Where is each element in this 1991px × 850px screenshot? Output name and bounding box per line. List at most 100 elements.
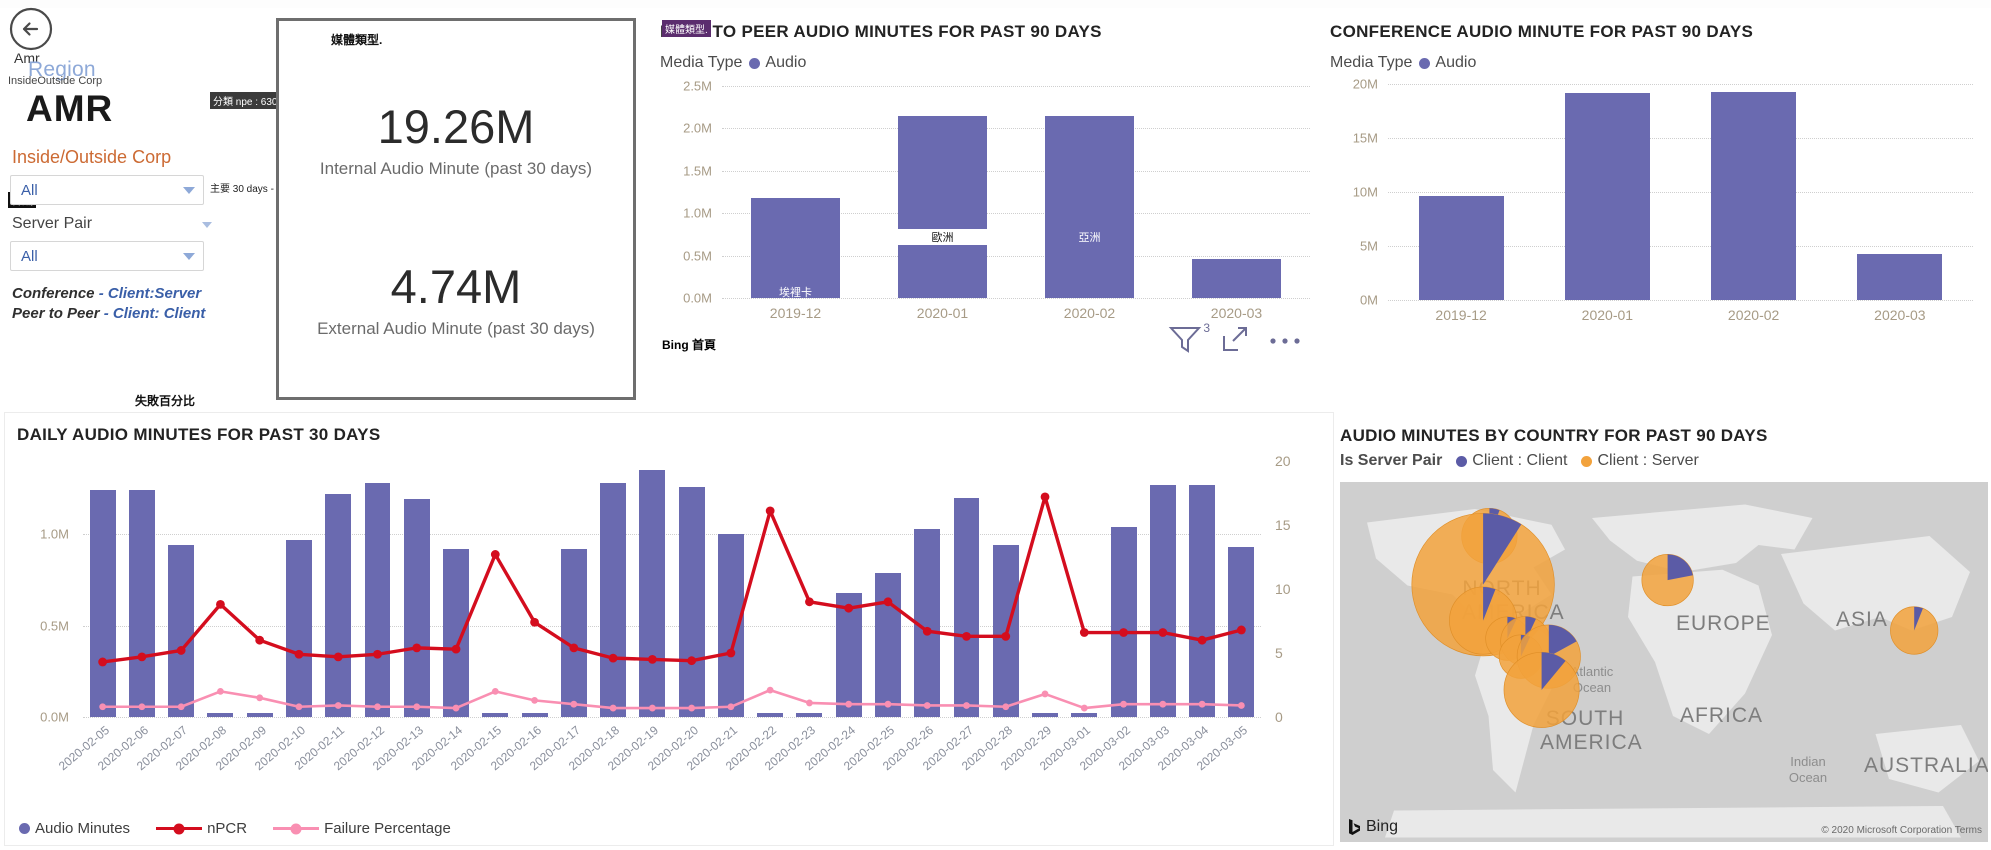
map-legend-client-server[interactable]: Client : Server xyxy=(1581,452,1699,470)
bar[interactable] xyxy=(600,482,627,717)
conference-panel: CONFERENCE AUDIO MINUTE FOR PAST 90 DAYS… xyxy=(1330,10,1991,410)
bar[interactable] xyxy=(992,545,1019,717)
more-options-icon[interactable] xyxy=(1268,333,1302,351)
peer-panel-overlay-cn: 媒體類型. xyxy=(662,20,711,37)
artifact-badge-1: 分類 npe : 630 xyxy=(210,92,281,109)
bar[interactable] xyxy=(1110,526,1137,717)
slicer-inside-outside-corp[interactable]: All xyxy=(10,175,204,205)
kpi-internal-audio: 19.26M Internal Audio Minute (past 30 da… xyxy=(279,99,633,179)
bar[interactable] xyxy=(1149,484,1176,717)
map-legend-client-client[interactable]: Client : Client xyxy=(1456,452,1567,470)
filter-icon[interactable]: 3 xyxy=(1168,321,1210,359)
map-legend-client-client-label: Client : Client xyxy=(1472,452,1568,469)
bar[interactable] xyxy=(482,713,509,717)
bar[interactable] xyxy=(521,713,548,717)
y-axis-left-tick: 0.5M xyxy=(40,618,69,634)
y-axis-tick: 2.5M xyxy=(683,78,712,94)
legend-dot-icon xyxy=(1581,455,1593,467)
note-key-conference: Conference xyxy=(12,285,95,302)
bar[interactable] xyxy=(89,490,116,717)
bar[interactable] xyxy=(1418,196,1504,300)
legend-failure-label: Failure Percentage xyxy=(324,820,451,837)
bar[interactable] xyxy=(286,539,312,717)
peer-legend-item-audio[interactable]: Audio xyxy=(749,54,806,72)
bar[interactable] xyxy=(246,713,273,717)
slicer-title-inside-outside-corp: Inside/Outside Corp xyxy=(12,147,172,167)
y-axis-right-tick: 15 xyxy=(1275,517,1291,533)
y-axis-tick: 2.0M xyxy=(683,120,712,136)
slicer-server-pair[interactable]: All xyxy=(10,241,204,271)
legend-audio-minutes[interactable]: Audio Minutes xyxy=(19,820,130,837)
bar[interactable] xyxy=(207,713,234,717)
world-map[interactable]: NORTH AMERICA SOUTH AMERICA EUROPE AFRIC… xyxy=(1340,482,1988,842)
legend-dot-icon xyxy=(1419,57,1431,69)
bar[interactable] xyxy=(1071,713,1098,717)
peer-panel-footer-icons: 3 xyxy=(1168,321,1302,359)
note-value-peer: - Client: Client xyxy=(99,305,206,322)
bar[interactable] xyxy=(757,713,784,717)
daily-plot-area[interactable]: 0.0M 0.5M 1.0M 0 5 10 15 20 2020-02-05 2020-02-06… xyxy=(17,451,1317,773)
bar[interactable] xyxy=(443,548,469,717)
filter-pane: Amr Region InsideOutside Corp 分類 npe : 6… xyxy=(0,40,293,400)
map-pie-marker[interactable] xyxy=(1890,606,1939,655)
bar[interactable] xyxy=(403,499,430,717)
bar-value-label: 歐洲 xyxy=(898,228,987,245)
bar[interactable] xyxy=(1032,713,1058,717)
x-axis-tick: 2020-03 xyxy=(1874,307,1926,323)
conference-plot-area[interactable]: 0M 5M 10M 15M 20M 2019-12 2020-01 2020-02 2020-0… xyxy=(1330,76,1991,334)
legend-npcr[interactable]: nPCR xyxy=(156,820,247,837)
bar[interactable] xyxy=(835,592,862,717)
legend-failure-percentage[interactable]: Failure Percentage xyxy=(273,820,451,837)
map-panel: AUDIO MINUTES BY COUNTRY FOR PAST 90 DAY… xyxy=(1336,420,1991,850)
x-axis-tick: 2020-02-08 xyxy=(173,723,230,774)
map-bubble-layer[interactable] xyxy=(1340,482,1988,842)
conference-panel-title: CONFERENCE AUDIO MINUTE FOR PAST 90 DAYS xyxy=(1330,22,1754,41)
bar[interactable] xyxy=(953,497,980,717)
x-axis-tick: 2020-01 xyxy=(1581,307,1634,323)
daily-panel-legend: Audio Minutes nPCR Failure Percentage xyxy=(19,820,451,837)
map-pie-marker[interactable] xyxy=(1641,554,1694,607)
y-axis-tick: 0.5M xyxy=(683,248,712,264)
bar[interactable] xyxy=(717,534,744,717)
bar[interactable] xyxy=(898,115,987,298)
bar[interactable] xyxy=(128,490,155,717)
bar[interactable] xyxy=(1192,258,1281,298)
kpi-internal-value: 19.26M xyxy=(377,100,535,153)
y-axis-right-tick: 10 xyxy=(1275,581,1291,597)
x-axis-tick: 2020-02-15 xyxy=(448,723,505,774)
peer-plot-area[interactable]: 0.0M 0.5M 1.0M 1.5M 2.0M 2.5M 2019-12 2020-01 20… xyxy=(660,78,1330,330)
bar[interactable] xyxy=(914,528,941,717)
legend-dot-icon xyxy=(749,57,761,69)
focus-mode-icon[interactable] xyxy=(1220,324,1250,359)
bar[interactable] xyxy=(325,493,352,717)
conference-legend-item-audio[interactable]: Audio xyxy=(1419,54,1476,72)
bar[interactable] xyxy=(796,713,823,717)
y-axis-tick: 0.0M xyxy=(683,290,712,306)
chevron-down-icon[interactable] xyxy=(183,186,195,194)
map-pie-marker[interactable] xyxy=(1503,651,1580,728)
bar[interactable] xyxy=(168,545,195,717)
chevron-down-icon-server-pair-collapse[interactable] xyxy=(202,222,212,228)
bar[interactable] xyxy=(364,482,391,717)
bar[interactable] xyxy=(1228,546,1255,717)
bar[interactable] xyxy=(560,548,587,717)
bar[interactable] xyxy=(1189,484,1216,717)
bar[interactable] xyxy=(639,470,666,717)
bar[interactable] xyxy=(678,486,705,717)
chevron-down-icon[interactable] xyxy=(183,252,195,260)
conference-panel-legend: Media Type Audio xyxy=(1330,54,1476,72)
bar[interactable] xyxy=(875,572,901,717)
conference-legend-audio-label: Audio xyxy=(1435,54,1477,71)
bar[interactable] xyxy=(1711,91,1797,300)
bar[interactable] xyxy=(751,197,840,298)
x-axis-tick: 2019-12 xyxy=(1435,307,1487,323)
bar[interactable] xyxy=(1564,92,1650,300)
x-axis-tick: 2020-02-19 xyxy=(605,723,662,774)
daily-audio-panel: DAILY AUDIO MINUTES FOR PAST 30 DAYS 0.0… xyxy=(4,412,1334,846)
slicer-value-server-pair: All xyxy=(21,247,38,265)
gridline xyxy=(83,625,1261,627)
y-axis-tick: 20M xyxy=(1352,76,1378,92)
bar[interactable] xyxy=(1857,253,1943,300)
legend-dot-icon xyxy=(19,823,30,834)
bar[interactable] xyxy=(1045,115,1134,298)
